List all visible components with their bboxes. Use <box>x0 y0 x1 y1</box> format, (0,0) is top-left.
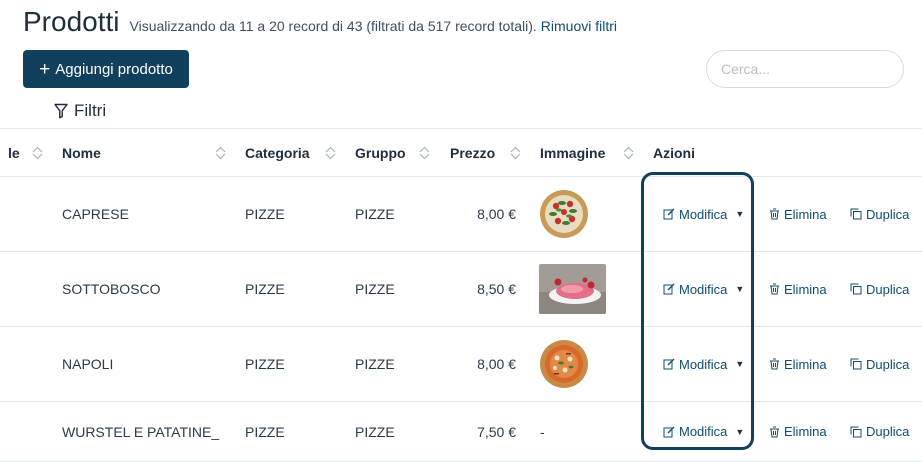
copy-icon <box>850 426 862 437</box>
column-header-price[interactable]: Prezzo <box>450 129 495 176</box>
records-summary: Visualizzando da 11 a 20 record di 43 (f… <box>129 18 537 34</box>
product-name: CAPRESE <box>62 206 129 222</box>
edit-label: Modifica <box>679 356 728 372</box>
page-header: Prodotti Visualizzando da 11 a 20 record… <box>23 4 617 44</box>
page-title: Prodotti <box>23 6 120 37</box>
delete-label: Elimina <box>784 206 827 222</box>
edit-label: Modifica <box>679 424 728 439</box>
trash-icon <box>770 426 779 437</box>
product-name: WURSTEL E PATATINE_ <box>62 423 220 440</box>
duplicate-label: Duplica <box>866 281 910 297</box>
duplicate-button[interactable]: Duplica <box>850 402 909 461</box>
search-input[interactable] <box>706 50 904 88</box>
edit-icon <box>663 426 675 437</box>
edit-dropdown[interactable]: Modifica ▼ <box>663 177 744 251</box>
delete-button[interactable]: Elimina <box>769 252 827 326</box>
remove-filters-link[interactable]: Rimuovi filtri <box>541 18 617 34</box>
copy-icon <box>850 358 862 370</box>
funnel-icon <box>54 103 68 119</box>
sort-icon[interactable] <box>325 146 336 160</box>
sort-icon[interactable] <box>623 146 634 160</box>
product-price: 7,50 € <box>477 423 516 440</box>
product-price: 8,50 € <box>477 281 516 297</box>
pizza-caprese-image[interactable] <box>539 189 589 239</box>
caret-down-icon: ▼ <box>735 359 745 369</box>
table-row: WURSTEL E PATATINE_ PIZZE PIZZE 7,50 € -… <box>0 402 922 462</box>
delete-button[interactable]: Elimina <box>769 402 827 461</box>
product-category: PIZZE <box>245 423 285 440</box>
product-category: PIZZE <box>245 356 285 372</box>
product-category: PIZZE <box>245 206 285 222</box>
table-header: le Nome Categoria Gruppo Prezzo Immagine… <box>0 128 922 177</box>
table-row: SOTTOBOSCO PIZZE PIZZE 8,50 € Modifica ▼… <box>0 252 922 327</box>
edit-dropdown[interactable]: Modifica ▼ <box>663 327 744 401</box>
copy-icon <box>850 283 862 295</box>
table-row: NAPOLI PIZZE PIZZE 8,00 € Modifica ▼ Eli… <box>0 327 922 402</box>
delete-label: Elimina <box>784 424 827 439</box>
duplicate-label: Duplica <box>866 356 910 372</box>
pizza-napoli-image[interactable] <box>539 339 589 389</box>
column-header-group[interactable]: Gruppo <box>355 129 406 176</box>
trash-icon <box>770 283 779 295</box>
product-name: SOTTOBOSCO <box>62 281 161 297</box>
duplicate-label: Duplica <box>866 206 910 222</box>
product-image-placeholder: - <box>540 423 545 440</box>
table-row: CAPRESE PIZZE PIZZE 8,00 € Modifica ▼ El… <box>0 177 922 252</box>
product-price: 8,00 € <box>477 356 516 372</box>
delete-button[interactable]: Elimina <box>769 327 827 401</box>
product-price: 8,00 € <box>477 206 516 222</box>
delete-label: Elimina <box>784 356 827 372</box>
edit-icon <box>663 358 675 370</box>
caret-down-icon: ▼ <box>735 209 745 219</box>
product-image-cell <box>539 327 589 401</box>
trash-icon <box>770 208 779 220</box>
product-group: PIZZE <box>355 423 395 440</box>
column-header-image[interactable]: Immagine <box>540 129 605 176</box>
delete-button[interactable]: Elimina <box>769 177 827 251</box>
product-group: PIZZE <box>355 356 395 372</box>
copy-icon <box>850 208 862 220</box>
product-image-cell <box>539 252 606 326</box>
product-group: PIZZE <box>355 206 395 222</box>
duplicate-button[interactable]: Duplica <box>850 252 909 326</box>
column-header-partial[interactable]: le <box>8 129 20 176</box>
column-header-actions: Azioni <box>653 144 695 161</box>
sort-icon[interactable] <box>419 146 430 160</box>
edit-label: Modifica <box>679 281 728 297</box>
column-header-name[interactable]: Nome <box>62 129 101 176</box>
edit-dropdown[interactable]: Modifica ▼ <box>663 402 744 461</box>
sort-icon[interactable] <box>32 146 43 160</box>
filters-toggle[interactable]: Filtri <box>54 99 106 123</box>
edit-icon <box>663 283 675 295</box>
duplicate-button[interactable]: Duplica <box>850 327 909 401</box>
filters-label: Filtri <box>74 101 107 120</box>
product-name: NAPOLI <box>62 356 114 372</box>
product-group: PIZZE <box>355 281 395 297</box>
caret-down-icon: ▼ <box>735 284 745 294</box>
duplicate-button[interactable]: Duplica <box>850 177 909 251</box>
sort-icon[interactable] <box>510 146 521 160</box>
sort-icon[interactable] <box>215 146 226 160</box>
caret-down-icon: ▼ <box>735 426 745 437</box>
duplicate-label: Duplica <box>866 424 910 439</box>
add-product-button[interactable]: + Aggiungi prodotto <box>23 50 189 88</box>
edit-label: Modifica <box>679 206 728 222</box>
add-product-label: Aggiungi prodotto <box>55 60 173 78</box>
plus-icon: + <box>39 58 51 80</box>
product-category: PIZZE <box>245 281 285 297</box>
edit-dropdown[interactable]: Modifica ▼ <box>663 252 744 326</box>
edit-icon <box>663 208 675 220</box>
delete-label: Elimina <box>784 281 827 297</box>
trash-icon <box>770 358 779 370</box>
pizza-sottobosco-image[interactable] <box>539 264 606 314</box>
column-header-category[interactable]: Categoria <box>245 129 310 176</box>
product-image-cell <box>539 177 589 251</box>
